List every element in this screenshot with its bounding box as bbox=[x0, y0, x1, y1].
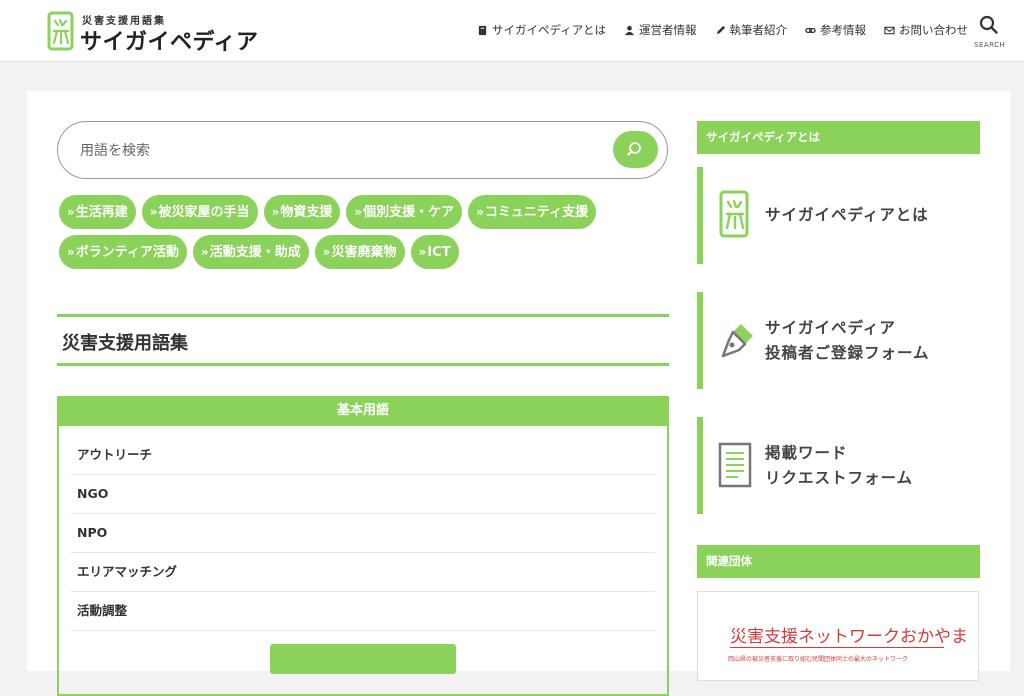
term-box-heading: 基本用語 bbox=[57, 396, 669, 426]
saigai-logo-icon bbox=[719, 190, 749, 238]
list-item[interactable]: 活動調整 bbox=[71, 592, 655, 631]
tag-arrow: » bbox=[322, 245, 331, 259]
nav-references[interactable]: 参考情報 bbox=[805, 22, 866, 38]
user-icon bbox=[624, 25, 635, 35]
nav-about-label: サイガイペディアとは bbox=[492, 23, 606, 37]
term-box: 基本用語 アウトリーチ NGO NPO エリアマッチング 活動調整 bbox=[57, 396, 669, 696]
org-divider bbox=[730, 647, 944, 648]
pencil-icon bbox=[716, 25, 725, 34]
tag-label: 物資支援 bbox=[280, 205, 333, 220]
tag-label: コミュニティ支援 bbox=[484, 205, 589, 220]
tag-arrow: » bbox=[476, 205, 484, 219]
banner-word-request[interactable]: 掲載ワード リクエストフォーム bbox=[697, 417, 980, 514]
document-icon bbox=[718, 442, 752, 488]
banner-contributor-line1: サイガイペディア bbox=[765, 319, 896, 337]
nav-writers-label: 執筆者紹介 bbox=[729, 23, 788, 37]
main-content: »生活再建 »被災家屋の手当 »物資支援 »個別支援・ケア »コミュニティ支援 … bbox=[27, 91, 1010, 696]
tag-label: 被災家屋の手当 bbox=[158, 205, 250, 220]
tag-label: ボランティア活動 bbox=[75, 245, 179, 260]
tag-label: 個別支援・ケア bbox=[363, 205, 455, 220]
site-header: 災害支援用語集 サイガイペディア サイガイペディアとは 運営者情報 執筆者紹介 … bbox=[0, 0, 1024, 62]
banner-contributor-line2: 投稿者ご登録フォーム bbox=[765, 344, 930, 362]
list-item[interactable]: NGO bbox=[71, 475, 655, 514]
logo-mark-icon bbox=[47, 11, 74, 51]
list-item[interactable]: アウトリーチ bbox=[71, 436, 655, 475]
book-icon bbox=[478, 25, 487, 35]
search-input[interactable] bbox=[78, 137, 582, 165]
list-item[interactable]: NPO bbox=[71, 514, 655, 553]
nav-writers[interactable]: 執筆者紹介 bbox=[715, 22, 788, 38]
list-item[interactable]: エリアマッチング bbox=[71, 553, 655, 592]
banner-request-line2: リクエストフォーム bbox=[765, 469, 914, 487]
category-tags: »生活再建 »被災家屋の手当 »物資支援 »個別支援・ケア »コミュニティ支援 … bbox=[59, 195, 679, 269]
header-search-button[interactable]: SEARCH bbox=[974, 15, 1006, 51]
tag-katsudo-shien[interactable]: »活動支援・助成 bbox=[193, 235, 309, 269]
fountain-pen-icon bbox=[721, 324, 753, 358]
tag-hisai-kaoku[interactable]: »被災家屋の手当 bbox=[141, 195, 258, 229]
tag-ict[interactable]: »ICT bbox=[410, 235, 459, 269]
link-icon bbox=[805, 27, 816, 33]
tag-arrow: » bbox=[354, 205, 363, 219]
tag-community-shien[interactable]: »コミュニティ支援 bbox=[468, 195, 597, 229]
nav-contact[interactable]: お問い合わせ bbox=[884, 22, 968, 38]
org-title: 災害支援ネットワークおかやま bbox=[730, 627, 968, 647]
nav-operator[interactable]: 運営者情報 bbox=[624, 22, 697, 38]
more-terms-button[interactable] bbox=[270, 644, 456, 674]
main-nav: サイガイペディアとは 運営者情報 執筆者紹介 参考情報 お問い合わせ bbox=[477, 22, 968, 38]
site-logo[interactable]: 災害支援用語集 サイガイペディア bbox=[46, 11, 266, 55]
banner-request-line1: 掲載ワード bbox=[765, 444, 848, 462]
search-icon bbox=[627, 141, 641, 155]
nav-about[interactable]: サイガイペディアとは bbox=[477, 22, 606, 38]
tag-arrow: » bbox=[67, 245, 75, 259]
tag-label: 活動支援・助成 bbox=[209, 245, 301, 260]
term-search-box bbox=[57, 121, 668, 179]
nav-contact-label: お問い合わせ bbox=[899, 23, 968, 37]
tag-label: 生活再建 bbox=[75, 205, 128, 220]
logo-title: サイガイペディア bbox=[80, 30, 259, 55]
nav-references-label: 参考情報 bbox=[820, 23, 866, 37]
search-icon bbox=[979, 15, 998, 34]
sidebar-related-heading: 関連団体 bbox=[697, 545, 980, 578]
tag-kobetsu-shien[interactable]: »個別支援・ケア bbox=[346, 195, 463, 229]
sidebar-about-heading: サイガイペディアとは bbox=[697, 121, 980, 154]
banner-about[interactable]: サイガイペディアとは bbox=[697, 167, 980, 264]
org-banner-okayama[interactable]: 災害支援ネットワークおかやま 岡山県の被災者支援に取り組む民間団体同士の最大のネ… bbox=[697, 591, 979, 681]
tag-label: 災害廃棄物 bbox=[331, 245, 397, 260]
mail-icon bbox=[884, 26, 895, 34]
tag-saigai-haikibutsu[interactable]: »災害廃棄物 bbox=[314, 235, 405, 269]
tag-seikatsu-saiken[interactable]: »生活再建 bbox=[59, 195, 136, 229]
tag-label: ICT bbox=[427, 245, 451, 260]
tag-busshi-shien[interactable]: »物資支援 bbox=[263, 195, 341, 229]
tag-volunteer[interactable]: »ボランティア活動 bbox=[59, 235, 187, 269]
section-heading: 災害支援用語集 bbox=[57, 314, 669, 366]
page-title: 災害支援用語集 bbox=[62, 333, 188, 354]
tag-arrow: » bbox=[271, 205, 280, 219]
nav-operator-label: 運営者情報 bbox=[639, 23, 697, 37]
search-label: SEARCH bbox=[974, 41, 1006, 49]
banner-contributor-form[interactable]: サイガイペディア 投稿者ご登録フォーム bbox=[697, 292, 980, 389]
tag-arrow: » bbox=[418, 245, 427, 259]
tag-arrow: » bbox=[67, 205, 75, 219]
search-submit-button[interactable] bbox=[613, 131, 658, 168]
tag-arrow: » bbox=[201, 245, 209, 259]
term-list: アウトリーチ NGO NPO エリアマッチング 活動調整 bbox=[59, 426, 667, 631]
tag-arrow: » bbox=[149, 205, 158, 219]
banner-about-text: サイガイペディアとは bbox=[765, 206, 929, 224]
